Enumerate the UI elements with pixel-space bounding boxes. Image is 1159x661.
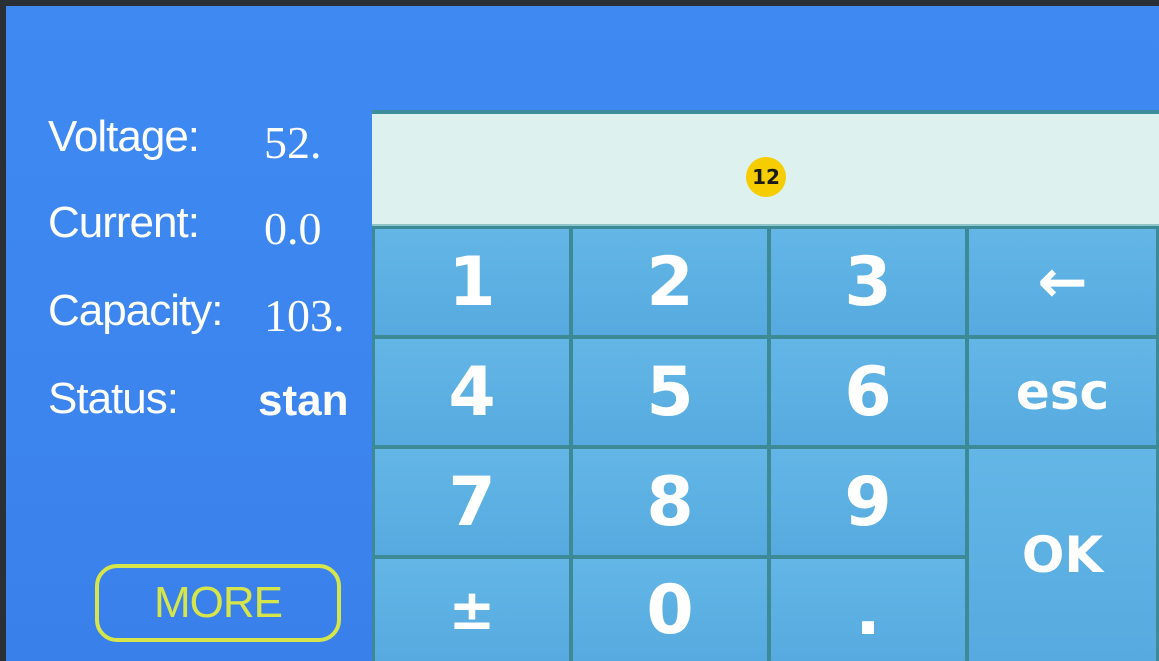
ok-key[interactable]: OK: [966, 446, 1159, 661]
capacity-label: Capacity:: [48, 286, 223, 335]
backspace-key[interactable]: ←: [966, 226, 1159, 338]
voltage-label: Voltage:: [48, 112, 200, 161]
current-value: 0.0: [264, 203, 322, 254]
backspace-arrow-icon: ←: [1037, 247, 1088, 317]
esc-key[interactable]: esc: [966, 336, 1159, 448]
key-1[interactable]: 1: [372, 226, 572, 338]
key-3[interactable]: 3: [768, 226, 968, 338]
numeric-keypad: 12 1 2 3 ← 4 5 6 esc 7 8 9 OK ± 0 .: [372, 110, 1159, 661]
status-label: Status:: [48, 374, 179, 423]
keypad-display[interactable]: 12: [372, 114, 1159, 226]
key-2[interactable]: 2: [570, 226, 770, 338]
more-button[interactable]: MORE: [95, 564, 341, 642]
key-8[interactable]: 8: [570, 446, 770, 558]
plus-minus-key[interactable]: ±: [372, 556, 572, 661]
key-5[interactable]: 5: [570, 336, 770, 448]
key-0[interactable]: 0: [570, 556, 770, 661]
current-label: Current:: [48, 198, 200, 247]
key-7[interactable]: 7: [372, 446, 572, 558]
voltage-value: 52.: [264, 117, 322, 168]
key-4[interactable]: 4: [372, 336, 572, 448]
decimal-point-key[interactable]: .: [768, 556, 968, 661]
key-9[interactable]: 9: [768, 446, 968, 558]
status-value: stan: [258, 376, 349, 425]
capacity-value: 103.: [264, 290, 345, 341]
step-marker-badge: 12: [746, 157, 786, 197]
device-screen: Voltage: 52. Current: 0.0 Capacity: 103.…: [6, 6, 1159, 661]
key-6[interactable]: 6: [768, 336, 968, 448]
